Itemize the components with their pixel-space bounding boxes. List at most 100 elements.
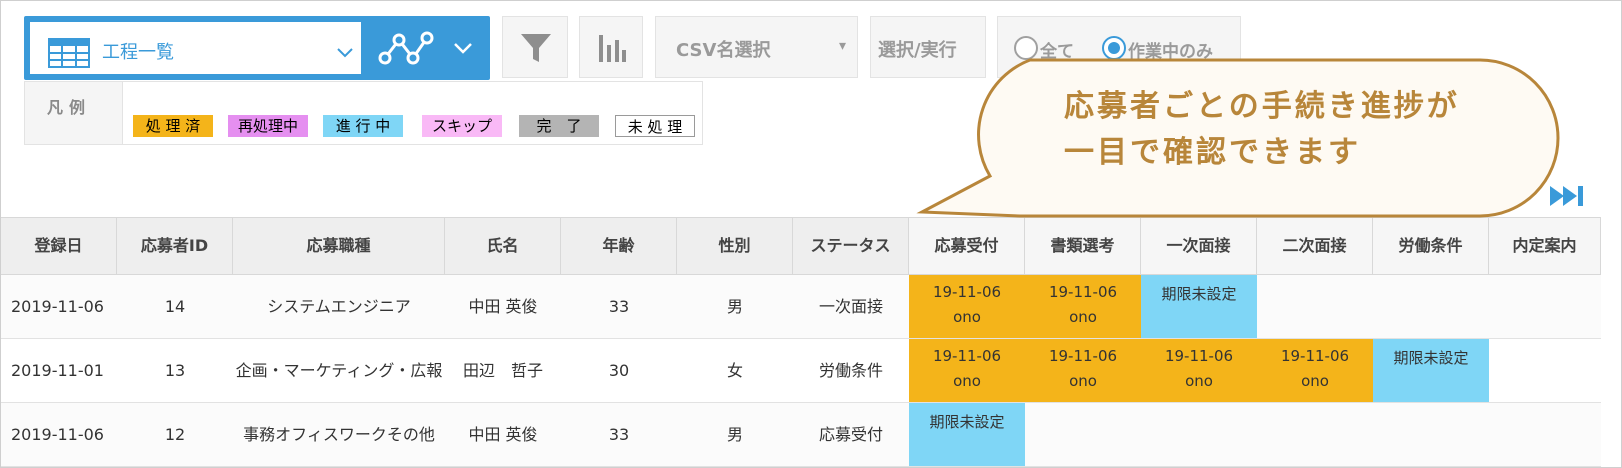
stage-deadline-text: 期限未設定 xyxy=(1161,285,1237,303)
callout-line-1: 応募者ごとの手続き進捗が xyxy=(1064,89,1460,124)
stage-date: 19-11-06 xyxy=(932,283,1002,301)
app-frame: 工程一覧 CSV名選択 ▾ 選択/実行 全て 作業中のみ 凡例 処 理 済 再処… xyxy=(0,0,1622,468)
stage-cell-empty xyxy=(1257,403,1373,466)
stage-cell-empty xyxy=(1489,403,1601,466)
stage-cell-no-deadline[interactable]: 期限未設定 xyxy=(1373,339,1489,402)
stage-user: ono xyxy=(1185,372,1213,390)
legend-title-cell: 凡例 xyxy=(25,82,123,144)
radio-working-only[interactable] xyxy=(1102,36,1126,60)
view-dropdown[interactable]: 工程一覧 xyxy=(30,22,361,74)
cell-job-type: 企画・マーケティング・広報 xyxy=(235,361,443,380)
cell-applicant-id: 13 xyxy=(164,361,186,380)
bar-chart-icon xyxy=(599,35,626,62)
legend-chip-done: 処 理 済 xyxy=(133,115,213,137)
stage-cell-done[interactable]: 19-11-06 ono xyxy=(1025,339,1141,402)
execute-label: 選択/実行 xyxy=(878,40,957,61)
graph-view-icon[interactable] xyxy=(377,28,435,68)
stage-cell-empty xyxy=(1025,403,1141,466)
stage-cell-done[interactable]: 19-11-06 ono xyxy=(1025,275,1141,338)
cell-age: 33 xyxy=(608,297,630,316)
legend-chip-unprocessed: 未 処 理 xyxy=(615,115,695,137)
cell-status: 一次面接 xyxy=(818,297,883,316)
stage-cell-empty xyxy=(1489,339,1601,402)
cell-applicant-id: 12 xyxy=(164,425,186,444)
table-icon xyxy=(48,38,90,68)
header-job-type[interactable]: 応募職種 xyxy=(233,217,445,275)
cell-job-type: システムエンジニア xyxy=(267,297,411,316)
stage-user: ono xyxy=(1069,372,1097,390)
callout-line-2: 一目で確認できます xyxy=(1064,135,1361,170)
chart-button[interactable] xyxy=(579,16,643,78)
header-name[interactable]: 氏名 xyxy=(445,217,561,275)
view-selector: 工程一覧 xyxy=(24,16,490,80)
stage-date: 19-11-06 xyxy=(1048,347,1118,365)
header-stage-application[interactable]: 応募受付 xyxy=(909,217,1025,275)
header-gender[interactable]: 性別 xyxy=(677,217,793,275)
header-stage-offer[interactable]: 内定案内 xyxy=(1489,217,1601,275)
caret-down-icon: ▾ xyxy=(839,38,847,54)
stage-cell-empty xyxy=(1141,403,1257,466)
header-stage-second-interview[interactable]: 二次面接 xyxy=(1257,217,1373,275)
stage-cell-done[interactable]: 19-11-06 ono xyxy=(909,275,1025,338)
stage-date: 19-11-06 xyxy=(1280,347,1350,365)
filter-icon xyxy=(521,34,551,62)
radio-all-label: 全て xyxy=(1040,42,1074,62)
cell-gender: 男 xyxy=(726,425,743,444)
header-applicant-id[interactable]: 応募者ID xyxy=(117,217,233,275)
legend-chip-reprocessing: 再処理中 xyxy=(228,115,308,137)
last-page-icon[interactable] xyxy=(1549,184,1585,208)
table-row[interactable]: 2019-11-06 12 事務オフィスワークその他 中田 英俊 33 男 応募受付 期限未設… xyxy=(1,403,1601,467)
header-stage-conditions[interactable]: 労働条件 xyxy=(1373,217,1489,275)
cell-status: 労働条件 xyxy=(818,361,883,380)
cell-name: 中田 英俊 xyxy=(468,297,538,316)
table-row[interactable]: 2019-11-01 13 企画・マーケティング・広報 田辺 哲子 30 女 労働条件 19-… xyxy=(1,339,1601,403)
stage-deadline-text: 期限未設定 xyxy=(1393,349,1469,367)
stage-date: 19-11-06 xyxy=(1048,283,1118,301)
cell-name: 中田 英俊 xyxy=(468,425,538,444)
callout-text: 応募者ごとの手続き進捗が 一目で確認できます xyxy=(1064,84,1524,176)
cell-age: 33 xyxy=(608,425,630,444)
cell-gender: 女 xyxy=(726,361,743,380)
cell-status: 応募受付 xyxy=(818,425,883,444)
stage-cell-no-deadline[interactable]: 期限未設定 xyxy=(1141,275,1257,338)
chevron-down-icon[interactable] xyxy=(452,38,474,58)
stage-cell-done[interactable]: 19-11-06 ono xyxy=(909,339,1025,402)
stage-cell-empty xyxy=(1489,275,1601,338)
cell-gender: 男 xyxy=(726,297,743,316)
stage-cell-empty xyxy=(1373,403,1489,466)
cell-age: 30 xyxy=(608,361,630,380)
stage-user: ono xyxy=(953,372,981,390)
legend: 凡例 処 理 済 再処理中 進 行 中 スキップ 完 了 未 処 理 xyxy=(24,81,703,145)
legend-title: 凡例 xyxy=(47,98,92,117)
chevron-down-icon xyxy=(337,48,353,58)
cell-name: 田辺 哲子 xyxy=(462,361,543,380)
header-stage-screening[interactable]: 書類選考 xyxy=(1025,217,1141,275)
cell-registered-date: 2019-11-06 xyxy=(11,425,104,444)
cell-registered-date: 2019-11-01 xyxy=(11,361,104,380)
page-link-2[interactable]: 2 xyxy=(1326,177,1340,215)
page-link-3[interactable]: 3 xyxy=(1375,177,1389,215)
header-age[interactable]: 年齢 xyxy=(561,217,677,275)
radio-all[interactable] xyxy=(1014,36,1038,60)
filter-button[interactable] xyxy=(502,16,568,78)
header-registered-date[interactable]: 登録日 xyxy=(1,217,117,275)
legend-chip-skip: スキップ xyxy=(422,115,502,137)
stage-user: ono xyxy=(1069,308,1097,326)
legend-chip-complete: 完 了 xyxy=(519,115,599,137)
stage-cell-no-deadline[interactable]: 期限未設定 xyxy=(909,403,1025,466)
table-row[interactable]: 2019-11-06 14 システムエンジニア 中田 英俊 33 男 一次面接 19-11-0… xyxy=(1,275,1601,339)
execute-button[interactable]: 選択/実行 xyxy=(870,16,986,78)
cell-registered-date: 2019-11-06 xyxy=(11,297,104,316)
csv-select[interactable]: CSV名選択 ▾ xyxy=(655,16,858,78)
stage-cell-done[interactable]: 19-11-06 ono xyxy=(1141,339,1257,402)
stage-cell-done[interactable]: 19-11-06 ono xyxy=(1257,339,1373,402)
status-radio-group: 全て 作業中のみ xyxy=(997,16,1241,78)
stage-deadline-text: 期限未設定 xyxy=(929,413,1005,431)
cell-job-type: 事務オフィスワークその他 xyxy=(243,425,435,444)
stage-date: 19-11-06 xyxy=(1164,347,1234,365)
header-stage-first-interview[interactable]: 一次面接 xyxy=(1141,217,1257,275)
page-current[interactable]: 1 xyxy=(1262,177,1300,215)
next-page-icon[interactable] xyxy=(1482,184,1510,208)
stage-date: 19-11-06 xyxy=(932,347,1002,365)
header-status[interactable]: ステータス xyxy=(793,217,909,275)
